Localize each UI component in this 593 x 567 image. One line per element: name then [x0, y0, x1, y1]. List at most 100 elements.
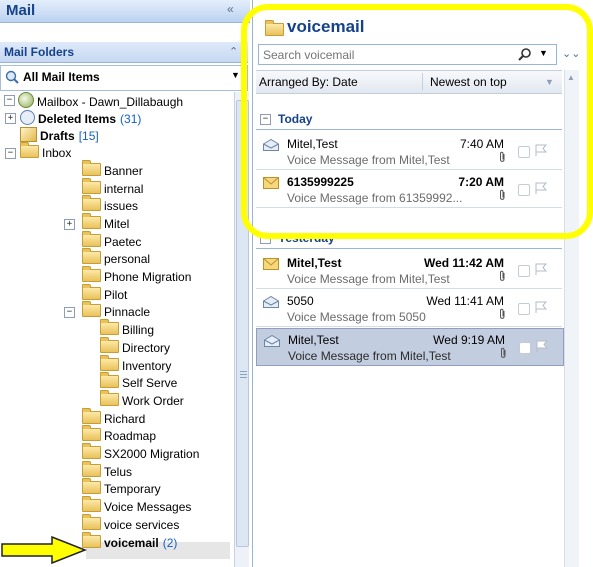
- attachment-icon: [500, 308, 505, 319]
- folder-tree-item[interactable]: personal: [82, 248, 151, 268]
- folder-icon: [82, 266, 101, 282]
- folder-name: Pilot: [104, 287, 128, 302]
- folder-tree-item[interactable]: Voice Messages: [82, 496, 192, 516]
- unread-count: (2): [162, 535, 178, 550]
- folder-name: Richard: [104, 411, 146, 426]
- yellow-highlight-box: [241, 4, 593, 239]
- folder-tree-item[interactable]: Richard: [82, 407, 146, 428]
- category-box[interactable]: [518, 265, 530, 277]
- folder-icon: [100, 354, 119, 371]
- folder-icon: [82, 496, 101, 513]
- message-row[interactable]: 5050 Wed 11:41 AM Voice Message from 5050: [256, 290, 562, 327]
- folder-name: Mitel: [104, 216, 130, 231]
- message-time: Wed 11:42 AM: [423, 256, 504, 270]
- mailbox-icon: [18, 92, 34, 108]
- folder-tree-item[interactable]: Phone Migration: [82, 266, 192, 286]
- folder-tree-item[interactable]: − Mailbox - Dawn_Dillabaugh: [4, 92, 183, 109]
- folder-name: Billing: [122, 323, 155, 338]
- folder-name: internal: [104, 181, 144, 196]
- folder-tree-item[interactable]: Temporary: [82, 478, 161, 498]
- folder-tree-item[interactable]: Work Order: [100, 389, 184, 410]
- category-box[interactable]: [519, 342, 531, 354]
- folder-tree-item[interactable]: Roadmap: [82, 425, 157, 445]
- navigation-header: Mail «: [0, 0, 250, 23]
- mail-folders-title: Mail Folders: [4, 45, 75, 59]
- pointer-arrow-icon: [1, 535, 88, 565]
- flag-icon[interactable]: [535, 339, 549, 353]
- folder-tree-item[interactable]: SX2000 Migration: [82, 443, 200, 463]
- search-folder-icon: [5, 70, 19, 84]
- folder-icon: [100, 389, 119, 406]
- message-row[interactable]: Mitel,Test Wed 9:19 AM Voice Message from …: [256, 328, 564, 366]
- folder-name: issues: [104, 199, 139, 214]
- folder-icon: [82, 230, 101, 247]
- folder-name: personal: [104, 252, 151, 267]
- folder-tree-item[interactable]: Banner: [82, 159, 143, 180]
- folder-tree-item[interactable]: Drafts [15]: [20, 127, 99, 144]
- collapse-icon[interactable]: −: [64, 307, 75, 319]
- flag-icon[interactable]: [534, 262, 548, 276]
- folder-icon: [82, 443, 101, 459]
- folder-name: Directory: [122, 340, 171, 355]
- folder-name: voicemail: [104, 535, 159, 550]
- expand-icon[interactable]: +: [64, 218, 75, 230]
- folder-name: Voice Messages: [104, 500, 192, 515]
- folder-name: Inbox: [42, 146, 72, 161]
- folder-icon: [82, 195, 101, 212]
- folder-name: Work Order: [122, 393, 184, 408]
- unread-count: (31): [120, 111, 142, 126]
- folder-name: Drafts: [40, 129, 75, 144]
- folder-icon: [100, 336, 119, 353]
- folder-tree: − Mailbox - Dawn_Dillabaugh + Deleted Items…: [0, 92, 234, 567]
- folder-name: Inventory: [122, 358, 172, 373]
- folder-name: Self Serve: [122, 376, 178, 391]
- navigation-title: Mail: [6, 2, 36, 19]
- collapse-icon[interactable]: −: [4, 95, 15, 106]
- folder-icon: [82, 177, 101, 194]
- all-mail-items-dropdown[interactable]: All Mail Items ▼: [0, 65, 248, 91]
- folder-tree-item[interactable]: − Pinnacle: [64, 301, 151, 321]
- folder-name: Phone Migration: [104, 270, 192, 284]
- folder-icon: [82, 407, 101, 424]
- folder-name: SX2000 Migration: [104, 447, 200, 461]
- collapse-icon[interactable]: −: [5, 148, 16, 160]
- folder-icon: [82, 301, 101, 318]
- folder-tree-item[interactable]: voicemail (2): [82, 531, 178, 552]
- folder-icon: [82, 513, 101, 530]
- expand-icon[interactable]: +: [5, 112, 16, 124]
- collapse-section-icon[interactable]: ⌃: [229, 45, 238, 58]
- folder-tree-item[interactable]: − Inbox: [5, 142, 72, 162]
- flag-icon[interactable]: [534, 300, 548, 314]
- mail-folders-header[interactable]: Mail Folders ⌃: [0, 42, 248, 63]
- folder-name: Roadmap: [104, 429, 157, 444]
- folder-tree-item[interactable]: internal: [82, 177, 144, 198]
- message-row[interactable]: Mitel,Test Wed 11:42 AM Voice Message from…: [256, 252, 562, 289]
- message-sender: Mitel,Test: [288, 333, 339, 347]
- folder-tree-item[interactable]: Paetec: [82, 230, 142, 251]
- folder-name: Paetec: [104, 234, 142, 249]
- category-box[interactable]: [518, 303, 530, 315]
- deleted-items-icon: [20, 109, 35, 125]
- message-subject: Voice Message from Mitel,Test: [287, 272, 450, 286]
- folder-icon: [82, 478, 101, 495]
- folder-tree-item[interactable]: Inventory: [100, 354, 172, 375]
- inbox-icon: [20, 142, 39, 159]
- collapse-pane-button[interactable]: «: [227, 2, 234, 16]
- folder-name: Pinnacle: [104, 305, 151, 320]
- folder-icon: [100, 319, 119, 336]
- message-time: Wed 11:41 AM: [426, 294, 504, 308]
- all-mail-items-label: All Mail Items: [23, 70, 100, 84]
- unread-count: [15]: [78, 129, 99, 144]
- folder-icon: [82, 283, 101, 300]
- opened-envelope-icon: [264, 335, 280, 347]
- folder-name: voice services: [104, 517, 180, 532]
- drafts-icon: [20, 127, 37, 143]
- folder-tree-item[interactable]: Self Serve: [100, 372, 178, 392]
- folder-icon: [82, 425, 101, 442]
- message-subject: Voice Message from Mitel,Test: [288, 349, 451, 363]
- folder-tree-item[interactable]: + Deleted Items (31): [5, 109, 142, 127]
- unread-envelope-icon: [263, 258, 279, 270]
- message-sender: Mitel,Test: [287, 256, 342, 270]
- folder-tree-item[interactable]: Directory: [100, 336, 171, 357]
- folder-tree-item[interactable]: voice services: [82, 513, 180, 534]
